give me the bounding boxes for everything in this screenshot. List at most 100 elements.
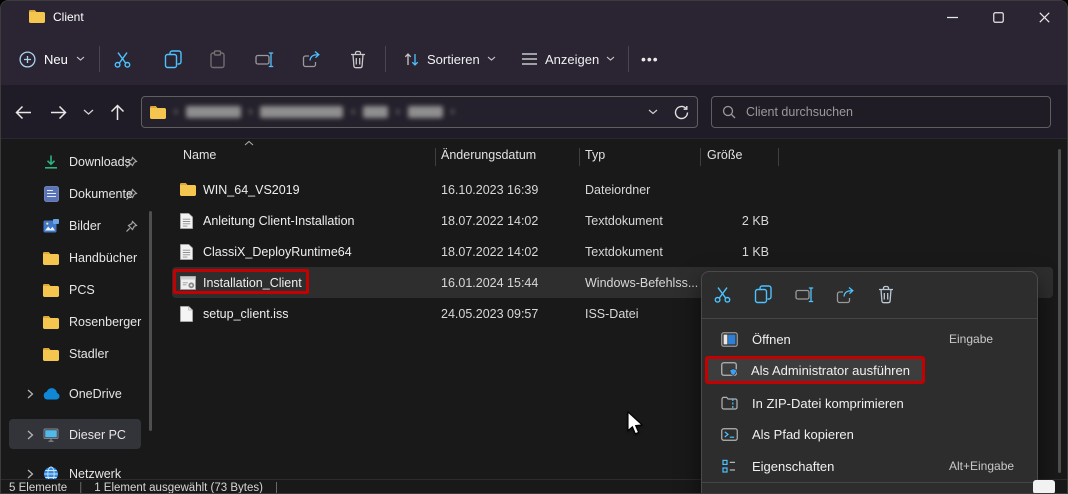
copy-path-icon [720, 428, 738, 441]
menu-item-run-as-administrator[interactable]: Als Administrator ausführen [705, 356, 925, 384]
more-options-button[interactable]: ••• [641, 33, 659, 85]
column-header-size[interactable]: Größe [707, 148, 742, 162]
search-icon [722, 105, 736, 119]
address-bar[interactable]: › › › › › [141, 96, 698, 128]
plus-circle-icon [19, 51, 36, 68]
zip-icon [720, 396, 738, 410]
pin-icon [125, 220, 138, 233]
delete-icon[interactable] [343, 33, 373, 85]
file-row[interactable]: WIN_64_VS2019 16.10.2023 16:39 Dateiordn… [166, 174, 1053, 205]
menu-item-compress-zip[interactable]: In ZIP-Datei komprimieren [702, 388, 1037, 418]
sort-button-label: Sortieren [427, 52, 480, 67]
chevron-down-icon [76, 56, 85, 62]
annotation-box-file [173, 269, 309, 294]
chevron-down-icon [487, 56, 496, 62]
recent-locations-chevron-icon[interactable] [74, 98, 102, 126]
view-button[interactable]: Anzeigen [521, 33, 615, 85]
selection-info: 1 Element ausgewählt (73 Bytes) [94, 482, 263, 494]
sidebar-item-rosenberger[interactable]: Rosenberger [1, 307, 161, 337]
menu-item-copy-as-path[interactable]: Als Pfad kopieren [702, 419, 1037, 449]
search-box[interactable] [711, 96, 1051, 128]
pin-icon [125, 156, 138, 169]
window-title: Client [53, 1, 84, 33]
new-button-label: Neu [44, 52, 68, 67]
column-header-type[interactable]: Typ [585, 148, 605, 162]
sort-ascending-caret-icon [244, 140, 254, 146]
search-input[interactable] [746, 105, 1040, 119]
share-icon[interactable] [296, 33, 326, 85]
forward-button[interactable] [44, 98, 72, 126]
chevron-right-icon[interactable] [27, 430, 39, 440]
computer-icon [41, 428, 61, 442]
chevron-right-icon[interactable] [27, 389, 39, 399]
address-row: › › › › › [1, 85, 1067, 139]
copy-icon[interactable] [158, 33, 188, 85]
sidebar-item-dokumente[interactable]: Dokumente [1, 179, 161, 209]
item-count: 5 Elemente [9, 482, 67, 494]
cut-icon[interactable] [710, 283, 734, 307]
explorer-window: Client Neu [0, 0, 1068, 494]
minimize-button[interactable] [929, 1, 975, 33]
column-header-name[interactable]: Name [183, 148, 216, 162]
view-button-label: Anzeigen [545, 52, 599, 67]
paste-icon[interactable] [202, 33, 232, 85]
folder-icon [150, 106, 166, 119]
admin-shield-icon [720, 362, 738, 378]
rename-icon[interactable] [792, 283, 816, 307]
delete-icon[interactable] [874, 283, 898, 307]
file-list-scrollbar[interactable] [1058, 149, 1061, 473]
view-lines-icon [521, 52, 538, 66]
maximize-button[interactable] [975, 1, 1021, 33]
context-menu: Öffnen Eingabe Als Administrator ausführ… [701, 271, 1038, 494]
sidebar-item-stadler[interactable]: Stadler [1, 339, 161, 369]
ellipsis-icon: ••• [641, 51, 659, 67]
cut-icon[interactable] [107, 33, 137, 85]
copy-icon[interactable] [751, 283, 775, 307]
sort-arrows-icon [403, 51, 420, 68]
sidebar-item-handbuecher[interactable]: Handbücher [1, 243, 161, 273]
command-bar: Neu Sortieren [1, 33, 1067, 85]
menu-item-open[interactable]: Öffnen Eingabe [702, 324, 1037, 354]
sidebar-item-downloads[interactable]: Downloads [1, 147, 161, 177]
sidebar-item-onedrive[interactable]: OneDrive [1, 379, 161, 409]
folder-icon [180, 174, 196, 205]
sidebar-scrollbar[interactable] [149, 211, 152, 431]
document-icon [41, 186, 61, 202]
refresh-icon[interactable] [674, 105, 689, 120]
folder-icon [41, 284, 61, 297]
chevron-right-icon[interactable] [27, 469, 39, 479]
close-button[interactable] [1021, 1, 1067, 33]
partial-icon-artifact [1033, 480, 1055, 494]
file-icon [180, 298, 193, 329]
text-document-icon [180, 205, 193, 236]
address-dropdown-chevron-icon[interactable] [648, 109, 658, 115]
chevron-down-icon [606, 56, 615, 62]
open-icon [720, 332, 738, 347]
onedrive-icon [41, 388, 61, 400]
pictures-icon [41, 219, 61, 233]
breadcrumb-redacted: › › › › › [174, 106, 454, 118]
up-button[interactable] [103, 98, 131, 126]
file-row[interactable]: ClassiX_DeployRuntime64 18.07.2022 14:02… [166, 236, 1053, 267]
titlebar: Client [1, 1, 1067, 33]
mouse-cursor [627, 411, 644, 436]
sidebar-item-dieser-pc[interactable]: Dieser PC [1, 420, 161, 450]
navigation-pane: Downloads Dokumente [1, 139, 166, 479]
downloads-icon [41, 154, 61, 170]
share-icon[interactable] [833, 283, 857, 307]
new-button[interactable]: Neu [19, 33, 85, 85]
folder-icon [41, 348, 61, 361]
sidebar-item-bilder[interactable]: Bilder [1, 211, 161, 241]
column-headers: Name Änderungsdatum Typ Größe [166, 144, 1067, 170]
sidebar-item-pcs[interactable]: PCS [1, 275, 161, 305]
file-row[interactable]: Anleitung Client-Installation 18.07.2022… [166, 205, 1053, 236]
back-button[interactable] [9, 98, 37, 126]
text-document-icon [180, 236, 193, 267]
folder-icon [41, 252, 61, 265]
column-header-date[interactable]: Änderungsdatum [441, 148, 536, 162]
rename-icon[interactable] [249, 33, 279, 85]
sort-button[interactable]: Sortieren [403, 33, 496, 85]
menu-item-properties[interactable]: Eigenschaften Alt+Eingabe [702, 451, 1037, 481]
folder-icon [41, 316, 61, 329]
context-menu-quick-actions [702, 272, 1037, 317]
